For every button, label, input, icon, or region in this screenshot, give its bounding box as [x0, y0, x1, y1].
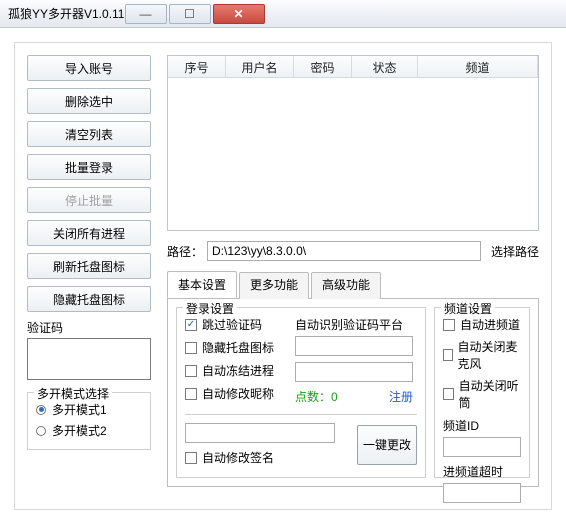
channel-id-label: 频道ID [443, 417, 521, 434]
auto-mic-checkbox[interactable]: 自动关闭麦克风 [443, 338, 521, 372]
channel-legend: 频道设置 [441, 300, 495, 317]
modify-nick-checkbox[interactable]: 自动修改昵称 [185, 385, 295, 402]
mode-2-label: 多开模式2 [52, 422, 107, 439]
account-table[interactable]: 序号 用户名 密码 状态 频道 [167, 55, 539, 231]
login-settings-group: 登录设置 ✓ 跳过验证码 隐藏托盘图标 [176, 307, 426, 478]
title-bar: 孤狼YY多开器V1.0.11 — ☐ ✕ [0, 0, 566, 28]
stop-batch-button: 停止批量 [27, 187, 151, 213]
tab-basic[interactable]: 基本设置 [167, 271, 237, 298]
col-index[interactable]: 序号 [168, 56, 226, 77]
verify-code-image[interactable] [27, 338, 151, 380]
checkbox-icon [185, 388, 197, 400]
multi-mode-legend: 多开模式选择 [34, 385, 112, 402]
auto-speaker-checkbox[interactable]: 自动关闭听筒 [443, 377, 521, 411]
mode-1-radio[interactable]: 多开模式1 [36, 401, 142, 418]
mode-1-label: 多开模式1 [52, 401, 107, 418]
col-channel[interactable]: 频道 [418, 56, 538, 77]
modify-sign-label: 自动修改签名 [202, 449, 274, 466]
platform-input[interactable] [295, 336, 413, 356]
batch-login-button[interactable]: 批量登录 [27, 154, 151, 180]
hide-tray-button[interactable]: 隐藏托盘图标 [27, 286, 151, 312]
skip-verify-checkbox[interactable]: ✓ 跳过验证码 [185, 316, 295, 333]
col-status[interactable]: 状态 [352, 56, 418, 77]
client-area: 导入账号 删除选中 清空列表 批量登录 停止批量 关闭所有进程 刷新托盘图标 隐… [14, 42, 552, 510]
col-password[interactable]: 密码 [294, 56, 352, 77]
radio-icon [36, 405, 46, 415]
auto-speaker-label: 自动关闭听筒 [459, 377, 521, 411]
tab-advanced[interactable]: 高级功能 [311, 272, 381, 299]
minimize-button[interactable]: — [125, 4, 167, 24]
auto-channel-label: 自动进频道 [460, 316, 520, 333]
minimize-icon: — [140, 7, 152, 21]
delete-selected-button[interactable]: 删除选中 [27, 88, 151, 114]
import-accounts-button[interactable]: 导入账号 [27, 55, 151, 81]
close-all-proc-button[interactable]: 关闭所有进程 [27, 220, 151, 246]
checkbox-icon [185, 452, 197, 464]
channel-timeout-label: 进频道超时 [443, 463, 521, 480]
checkbox-icon [443, 319, 455, 331]
points-text: 点数：0 [295, 388, 338, 405]
window-title: 孤狼YY多开器V1.0.11 [8, 5, 125, 22]
clear-list-button[interactable]: 清空列表 [27, 121, 151, 147]
checkbox-icon: ✓ [185, 319, 197, 331]
hide-tray-label: 隐藏托盘图标 [202, 339, 274, 356]
checkbox-icon [443, 388, 454, 400]
checkbox-icon [443, 349, 453, 361]
verify-code-label: 验证码 [27, 319, 159, 336]
platform-extra-input[interactable] [295, 362, 413, 382]
platform-label: 自动识别验证码平台 [295, 316, 417, 333]
path-input[interactable] [207, 241, 481, 261]
register-link[interactable]: 注册 [389, 388, 413, 405]
apply-all-button[interactable]: 一键更改 [357, 425, 417, 465]
freeze-proc-checkbox[interactable]: 自动冻结进程 [185, 362, 295, 379]
checkbox-icon [185, 342, 197, 354]
close-button[interactable]: ✕ [213, 4, 265, 24]
maximize-button[interactable]: ☐ [169, 4, 211, 24]
refresh-tray-button[interactable]: 刷新托盘图标 [27, 253, 151, 279]
nickname-input[interactable] [185, 423, 335, 443]
mode-2-radio[interactable]: 多开模式2 [36, 422, 142, 439]
choose-path-link[interactable]: 选择路径 [491, 243, 539, 260]
checkbox-icon [185, 365, 197, 377]
auto-mic-label: 自动关闭麦克风 [458, 338, 521, 372]
multi-mode-group: 多开模式选择 多开模式1 多开模式2 [27, 392, 151, 450]
col-username[interactable]: 用户名 [226, 56, 294, 77]
skip-verify-label: 跳过验证码 [202, 316, 262, 333]
close-icon: ✕ [233, 7, 243, 21]
channel-id-input[interactable] [443, 437, 521, 457]
radio-icon [36, 426, 46, 436]
channel-settings-group: 频道设置 自动进频道 自动关闭麦克风 自动关闭听筒 频道ID [434, 307, 530, 478]
hide-tray-checkbox[interactable]: 隐藏托盘图标 [185, 339, 295, 356]
freeze-proc-label: 自动冻结进程 [202, 362, 274, 379]
tab-more[interactable]: 更多功能 [239, 272, 309, 299]
tab-panel: 登录设置 ✓ 跳过验证码 隐藏托盘图标 [167, 299, 539, 487]
login-legend: 登录设置 [183, 300, 237, 317]
path-label: 路径： [167, 243, 203, 260]
maximize-icon: ☐ [184, 7, 195, 21]
modify-nick-label: 自动修改昵称 [202, 385, 274, 402]
auto-channel-checkbox[interactable]: 自动进频道 [443, 316, 521, 333]
channel-timeout-input[interactable] [443, 483, 521, 503]
